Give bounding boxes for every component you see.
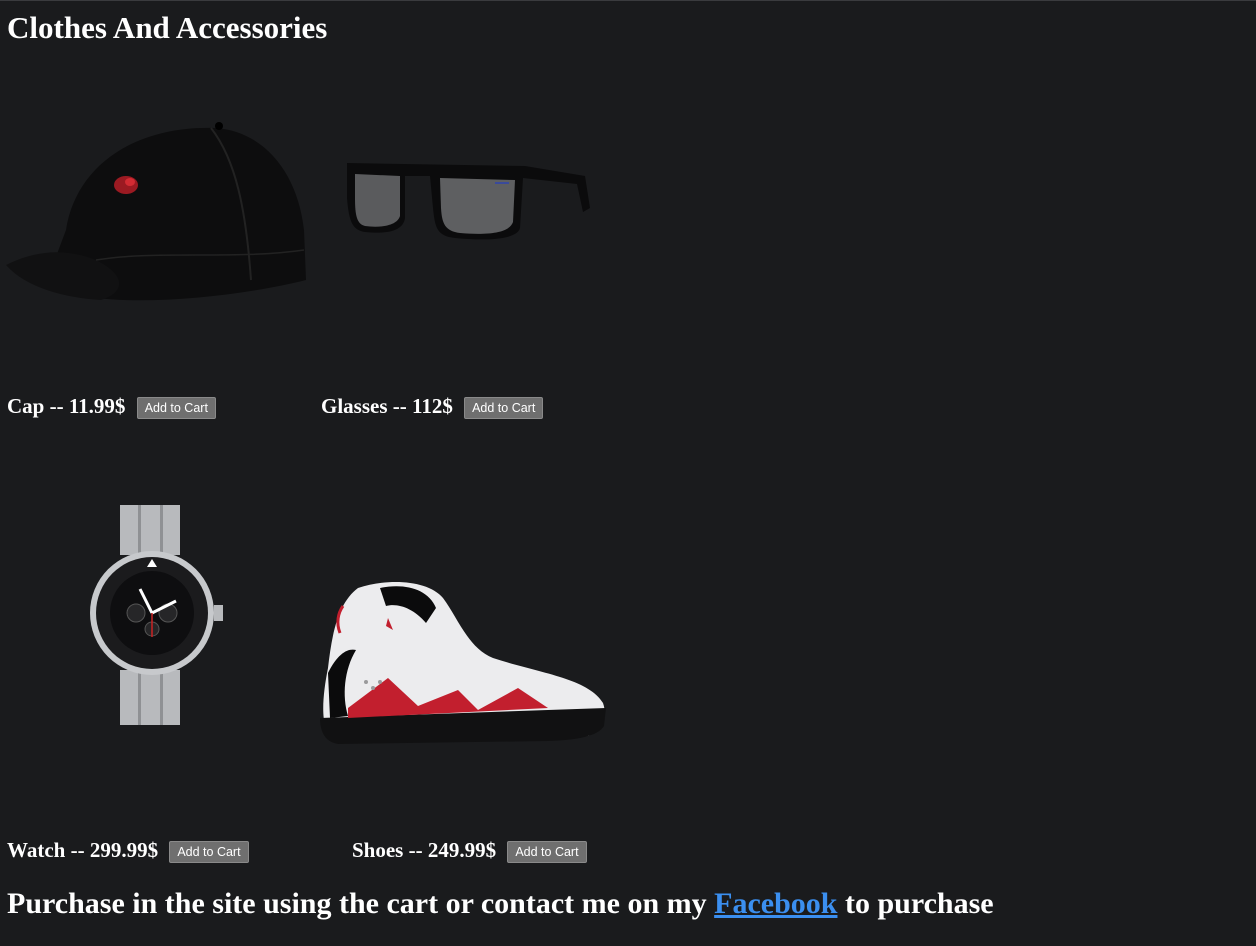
top-border [0,0,1256,1]
purchase-message: Purchase in the site using the cart or c… [7,884,994,924]
add-to-cart-button[interactable]: Add to Cart [507,841,587,864]
product-name: Cap -- 11.99$ [7,394,126,419]
purchase-message-start: Purchase in the site using the cart or c… [7,887,715,920]
sunglasses-icon [347,163,590,240]
add-to-cart-button[interactable]: Add to Cart [169,841,249,864]
add-to-cart-button[interactable]: Add to Cart [464,397,544,420]
product-name: Glasses -- 112$ [321,394,453,419]
product-name: Shoes -- 249.99$ [352,838,497,863]
cap-icon [6,122,306,301]
product-name: Watch -- 299.99$ [7,838,159,863]
watch-image [88,505,224,727]
facebook-link[interactable]: Facebook [714,887,837,920]
watch-icon [90,505,223,725]
product-caption-watch: Watch -- 299.99$ Add to Cart [7,834,249,864]
sneaker-icon [320,582,606,744]
cap-image [6,120,306,315]
purchase-message-end: to purchase [837,887,994,920]
product-caption-shoes: Shoes -- 249.99$ Add to Cart [352,834,587,864]
shoes-image [318,578,608,746]
add-to-cart-button[interactable]: Add to Cart [136,397,216,420]
product-caption-glasses: Glasses -- 112$ Add to Cart [321,390,544,420]
page-title: Clothes And Accessories [7,10,328,45]
glasses-image [345,158,591,243]
product-caption-cap: Cap -- 11.99$ Add to Cart [7,390,216,420]
